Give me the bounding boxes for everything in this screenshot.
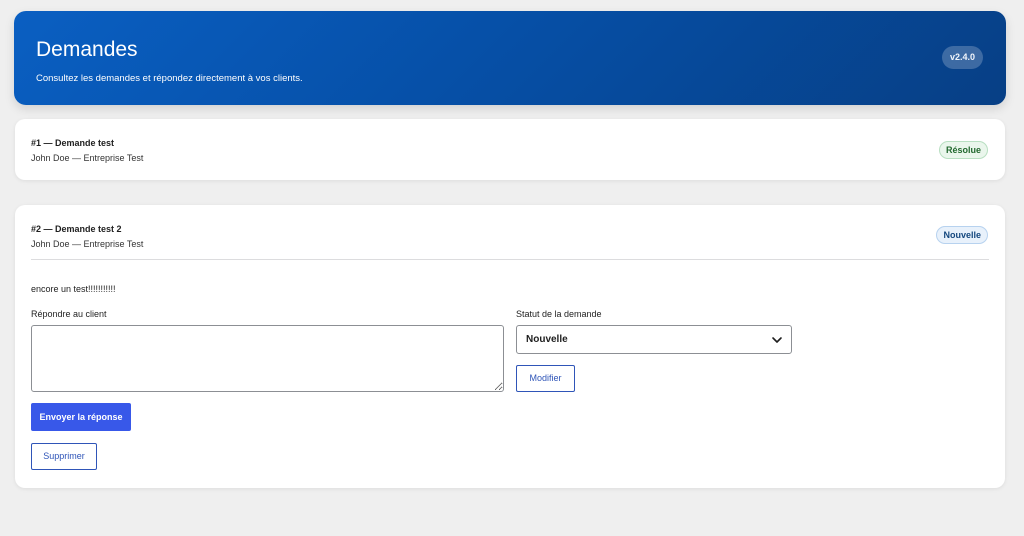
reply-textarea[interactable] bbox=[31, 325, 504, 392]
reply-label: Répondre au client bbox=[31, 309, 107, 319]
status-badge-resolved: Résolue bbox=[938, 141, 988, 159]
delete-button[interactable]: Supprimer bbox=[31, 443, 97, 470]
page-header: Demandes Consultez les demandes et répon… bbox=[14, 11, 1006, 105]
request-message: encore un test!!!!!!!!!!! bbox=[31, 284, 116, 294]
send-reply-button[interactable]: Envoyer la réponse bbox=[31, 403, 131, 431]
status-select[interactable]: Nouvelle bbox=[516, 325, 792, 354]
request-card-2: #2 — Demande test 2 John Doe — Entrepris… bbox=[15, 205, 1005, 488]
divider bbox=[31, 259, 989, 260]
status-label: Statut de la demande bbox=[516, 309, 602, 319]
chevron-down-icon bbox=[772, 337, 782, 343]
page-subtitle: Consultez les demandes et répondez direc… bbox=[36, 73, 303, 84]
request-client: John Doe — Entreprise Test bbox=[31, 239, 144, 249]
status-select-value: Nouvelle bbox=[526, 334, 568, 345]
modify-button[interactable]: Modifier bbox=[516, 365, 575, 392]
version-badge: v2.4.0 bbox=[941, 46, 983, 69]
request-title: #1 — Demande test bbox=[31, 138, 115, 148]
page-title: Demandes bbox=[36, 38, 138, 61]
request-client: John Doe — Entreprise Test bbox=[31, 153, 144, 163]
request-card-1[interactable]: #1 — Demande test John Doe — Entreprise … bbox=[15, 119, 1005, 180]
request-title: #2 — Demande test 2 bbox=[31, 224, 122, 234]
status-badge-new: Nouvelle bbox=[936, 226, 988, 244]
